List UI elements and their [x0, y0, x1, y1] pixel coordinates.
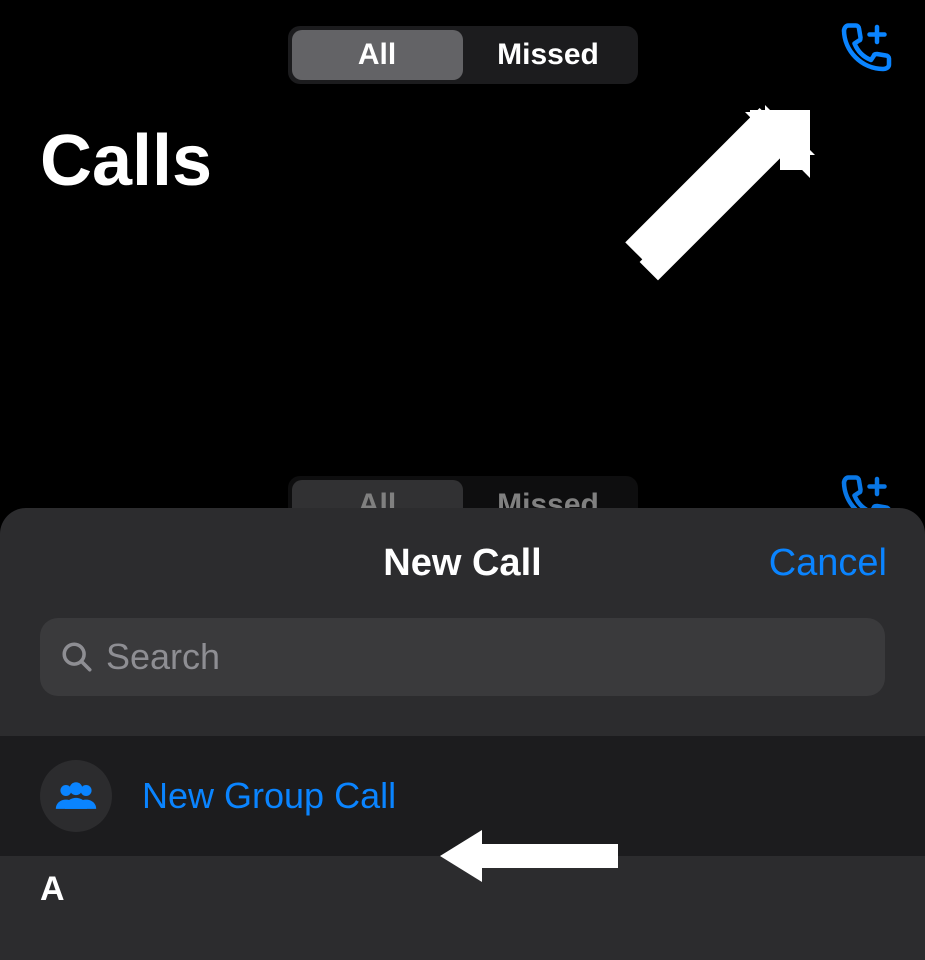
page-title: Calls — [0, 90, 925, 202]
new-call-sheet: New Call Cancel New Group Call A — [0, 508, 925, 960]
group-icon — [54, 774, 98, 818]
calls-filter-segmented: All Missed — [288, 26, 638, 84]
tab-all[interactable]: All — [292, 30, 463, 80]
tab-missed[interactable]: Missed — [463, 30, 634, 80]
new-group-call-row[interactable]: New Group Call — [0, 736, 925, 856]
search-field[interactable] — [40, 618, 885, 696]
sheet-title: New Call — [383, 542, 541, 585]
new-group-call-label: New Group Call — [142, 775, 396, 817]
search-icon — [60, 640, 94, 674]
group-avatar — [40, 760, 112, 832]
search-input[interactable] — [106, 636, 865, 678]
new-call-button[interactable] — [835, 18, 895, 78]
phone-plus-icon — [835, 18, 895, 78]
cancel-button[interactable]: Cancel — [769, 542, 887, 585]
sheet-header: New Call Cancel — [0, 508, 925, 618]
top-bar: All Missed — [0, 0, 925, 90]
section-header-a: A — [0, 856, 925, 929]
